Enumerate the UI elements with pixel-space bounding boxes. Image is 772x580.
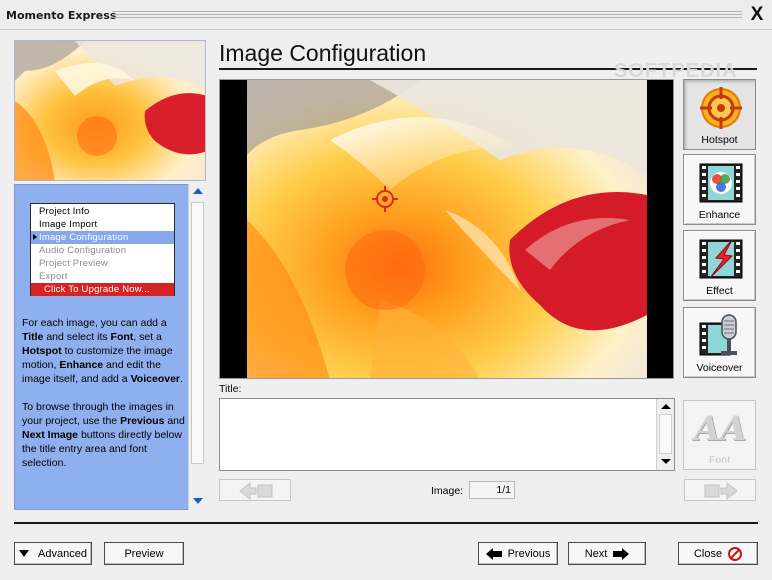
font-button: AA Font [683,400,756,470]
footer-divider [14,522,758,524]
nav-item-project-info[interactable]: Project Info [31,205,174,218]
nav-item-upgrade[interactable]: Click To Upgrade Now... [31,283,174,296]
arrow-right-icon [613,547,630,560]
enhance-button[interactable]: Enhance [683,154,756,225]
help-p1-run: , set a [133,331,162,343]
font-label: Font [708,454,730,466]
previous-label: Previous [507,547,551,560]
help-p1-run: and select its [43,331,111,343]
triangle-down-icon [19,550,30,557]
nav-item-audio-configuration: Audio Configuration [39,245,127,256]
help-paragraph-2: To browse through the images in your pro… [22,400,186,470]
window-title: Momento Express [6,9,117,22]
next-image-button [684,479,756,501]
film-lightning-icon [699,239,743,279]
help-p2-run: Next Image [22,429,79,441]
help-p2-run: and [164,415,185,427]
help-p1-run: . [180,373,183,385]
help-p2-run: Previous [120,415,165,427]
scroll-down-arrow-icon[interactable] [193,498,203,504]
help-p1-run: Font [110,331,134,343]
current-step-arrow-icon [33,234,37,240]
previous-image-button [219,479,291,501]
title-input[interactable] [219,398,675,471]
next-button[interactable]: Next [568,542,646,565]
scroll-up-arrow-icon[interactable] [193,188,203,194]
voiceover-button[interactable]: Voiceover [683,307,756,378]
effect-button[interactable]: Effect [683,230,756,301]
no-sign-icon [728,546,743,561]
scroll-down-arrow-icon[interactable] [661,459,671,464]
enhance-label: Enhance [698,209,741,221]
help-p1-run: Hotspot [22,345,62,357]
scroll-thumb[interactable] [659,414,672,454]
help-p1-run: For each image, you can add a [22,317,167,329]
next-label: Next [584,547,608,560]
voiceover-label: Voiceover [696,362,743,374]
window-title-bar[interactable]: Momento Express X [0,0,772,30]
previous-button[interactable]: Previous [478,542,558,565]
nav-item-label: Image Configuration [39,232,129,243]
close-button[interactable]: Close [678,542,758,565]
thumbnail-image [15,41,205,180]
nav-item-image-configuration[interactable]: Image Configuration [31,231,174,244]
help-p1-run: Enhance [59,359,104,371]
title-bar-grip [112,11,742,18]
scroll-up-arrow-icon[interactable] [661,404,671,409]
configured-image[interactable] [220,80,674,379]
help-text: For each image, you can add a Title and … [22,316,186,484]
scroll-thumb[interactable] [191,202,204,464]
help-scrollbar[interactable] [188,184,206,510]
help-paragraph-1: For each image, you can add a Title and … [22,316,186,386]
advanced-label: Advanced [38,547,87,560]
title-scrollbar[interactable] [656,399,674,470]
image-counter: 1/1 [469,481,515,499]
nav-item-image-import[interactable]: Image Import [31,218,174,231]
arrow-right-icon [704,481,738,501]
film-color-palette-icon [699,163,743,203]
nav-item-export: Export [39,271,68,282]
image-label: Image: [431,485,464,497]
effect-label: Effect [706,285,733,297]
page-title: Image Configuration [219,40,427,66]
close-label: Close [693,547,723,560]
help-p1-run: Title [22,331,44,343]
window-close-button[interactable]: X [746,4,768,26]
hotspot-button[interactable]: Hotspot [683,79,756,150]
image-thumbnail [14,40,206,181]
double-letter-icon: AA [694,409,747,449]
help-p1-run: Voiceover [130,373,180,385]
step-navigation-menu: Project Info Image Import Image Configur… [30,203,175,296]
preview-label: Preview [124,547,164,560]
advanced-button[interactable]: Advanced [14,542,92,565]
title-field-label: Title: [219,383,242,395]
image-viewer[interactable] [219,79,674,379]
preview-button[interactable]: Preview [104,542,184,565]
arrow-left-icon [239,481,273,501]
nav-item-project-preview: Project Preview [39,258,108,269]
crosshair-target-icon [700,87,742,129]
film-microphone-icon [699,314,737,356]
arrow-left-icon [485,547,502,560]
hotspot-label: Hotspot [701,134,738,146]
